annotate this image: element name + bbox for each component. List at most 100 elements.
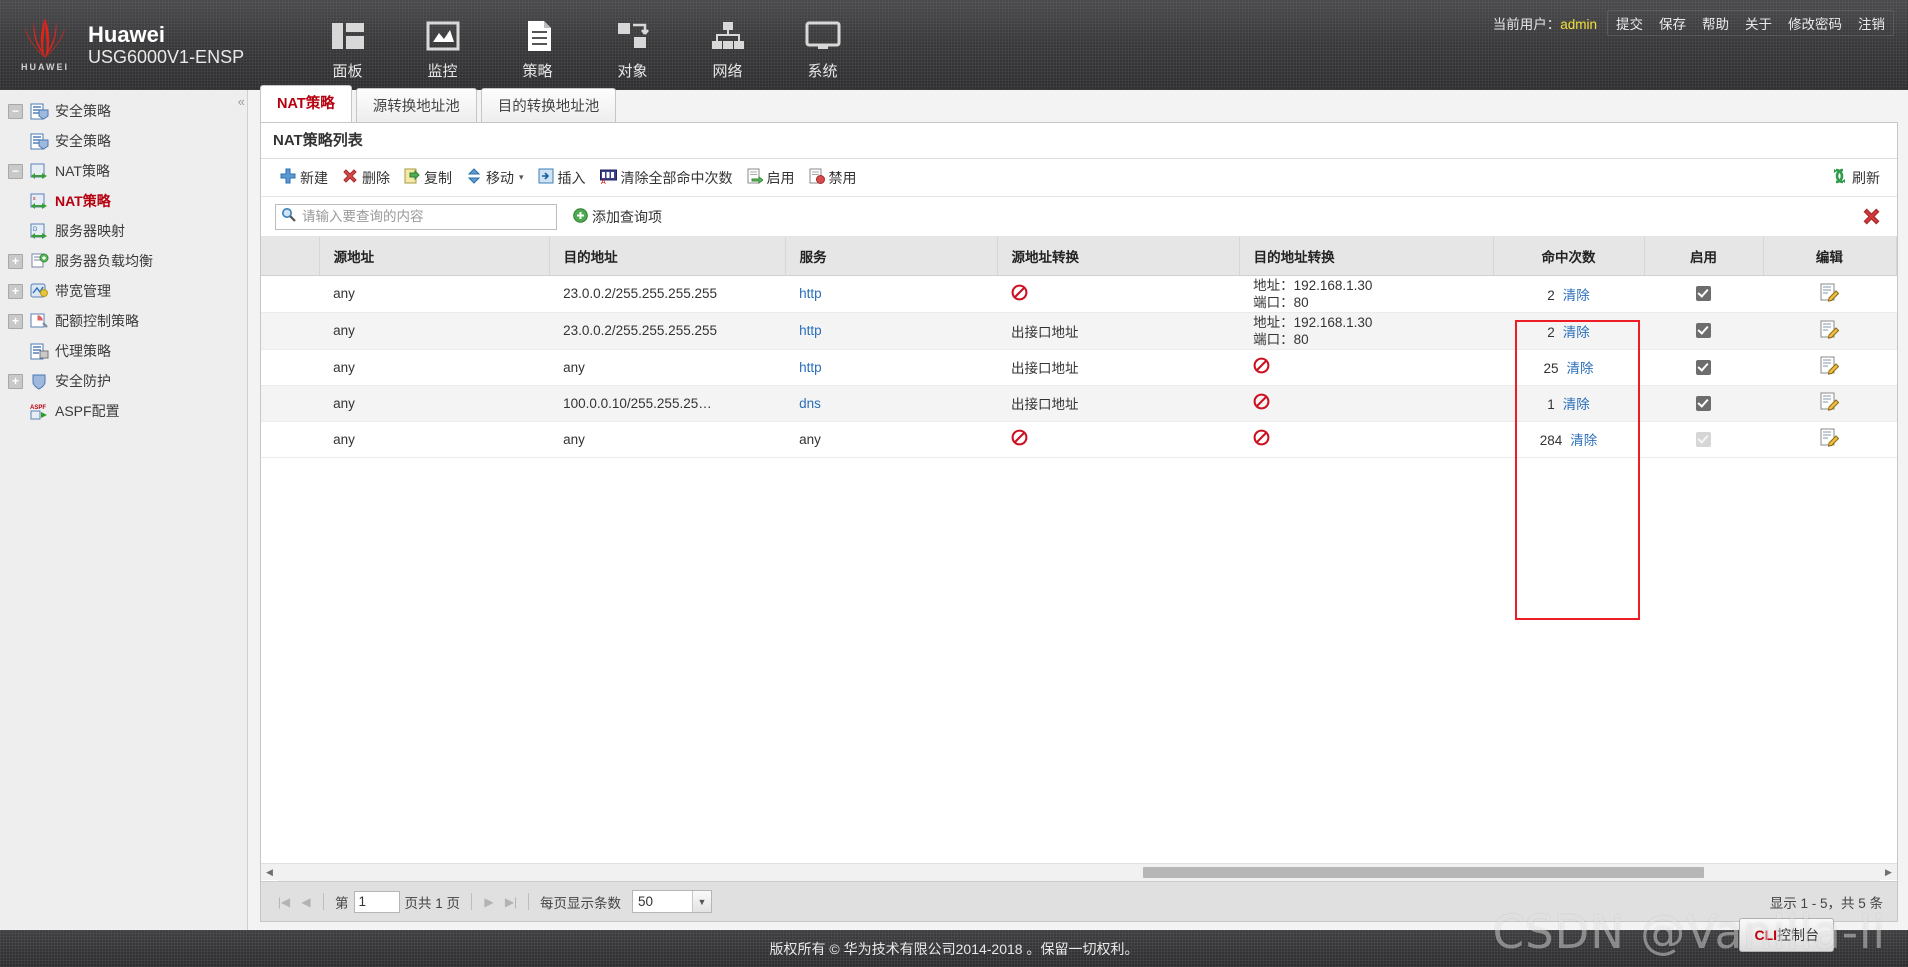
expand-collapse-icon[interactable]: − bbox=[8, 103, 23, 119]
edit-icon[interactable] bbox=[1820, 428, 1840, 450]
cell-enable[interactable] bbox=[1644, 312, 1764, 350]
column-header-source-nat[interactable]: 源地址转换 bbox=[997, 237, 1240, 276]
sidebar-item-server-mapping[interactable]: D 服务器映射 bbox=[0, 216, 247, 246]
sidebar-item-server-load-balance[interactable]: + 服务器负载均衡 bbox=[0, 246, 247, 276]
cell-enable[interactable] bbox=[1644, 385, 1764, 422]
column-header-destination-address[interactable]: 目的地址 bbox=[549, 237, 786, 276]
disable-button[interactable]: 禁用 bbox=[802, 166, 864, 190]
service-link[interactable]: http bbox=[799, 323, 822, 338]
search-box[interactable] bbox=[275, 203, 557, 230]
cell-enable[interactable] bbox=[1644, 275, 1764, 313]
row-select-cell[interactable] bbox=[261, 385, 320, 422]
clear-all-hit-counts-button[interactable]: A 清除全部命中次数 bbox=[593, 166, 740, 190]
table-row[interactable]: any 23.0.0.2/255.255.255.255 http 出接口地址 … bbox=[261, 312, 1897, 350]
column-header-destination-nat[interactable]: 目的地址转换 bbox=[1239, 237, 1494, 276]
nav-item-object[interactable]: 对象 bbox=[585, 10, 680, 81]
cell-edit[interactable] bbox=[1763, 349, 1897, 386]
enable-checkbox[interactable] bbox=[1695, 359, 1711, 375]
cell-service[interactable]: http bbox=[785, 312, 997, 350]
sidebar-item-security-protection[interactable]: + 安全防护 bbox=[0, 366, 247, 396]
change-password-link[interactable]: 修改密码 bbox=[1780, 11, 1850, 35]
cli-console-button[interactable]: CLI控制台 bbox=[1739, 918, 1834, 952]
page-number-input[interactable] bbox=[353, 890, 400, 913]
cell-edit[interactable] bbox=[1763, 421, 1897, 458]
cell-edit[interactable] bbox=[1763, 275, 1897, 313]
column-header-source-address[interactable]: 源地址 bbox=[319, 237, 550, 276]
table-row[interactable]: any any http 出接口地址 25 清除 bbox=[261, 349, 1897, 386]
delete-button[interactable]: 删除 bbox=[335, 166, 397, 190]
cell-service[interactable]: http bbox=[785, 275, 997, 313]
insert-button[interactable]: 插入 bbox=[531, 166, 593, 190]
horizontal-scrollbar[interactable]: ◀ ▶ bbox=[261, 863, 1897, 881]
tab-nat-policy[interactable]: NAT策略 bbox=[260, 85, 352, 122]
clear-hit-count-link[interactable]: 清除 bbox=[1563, 325, 1590, 340]
nav-item-policy[interactable]: 策略 bbox=[490, 10, 585, 81]
enable-checkbox[interactable] bbox=[1695, 286, 1711, 302]
column-header-enable[interactable]: 启用 bbox=[1644, 237, 1764, 276]
tab-destination-nat-pool[interactable]: 目的转换地址池 bbox=[480, 88, 617, 123]
per-page-select[interactable]: 50 ▼ bbox=[632, 890, 713, 913]
save-link[interactable]: 保存 bbox=[1651, 11, 1694, 35]
expand-collapse-icon[interactable]: + bbox=[8, 313, 23, 329]
table-row[interactable]: any 100.0.0.10/255.255.25… dns 出接口地址 1 清除 bbox=[261, 385, 1897, 422]
sidebar-item-security-policy-group[interactable]: − 安全策略 bbox=[0, 96, 247, 126]
first-page-icon[interactable]: |◀ bbox=[273, 895, 295, 909]
cell-edit[interactable] bbox=[1763, 312, 1897, 350]
tab-source-nat-pool[interactable]: 源转换地址池 bbox=[355, 88, 477, 123]
move-button[interactable]: 移动 ▾ bbox=[459, 166, 531, 190]
last-page-icon[interactable]: ▶| bbox=[500, 895, 522, 909]
sidebar-item-nat-policy[interactable]: s NAT策略 bbox=[0, 186, 247, 216]
expand-collapse-icon[interactable]: + bbox=[8, 253, 23, 269]
clear-hit-count-link[interactable]: 清除 bbox=[1570, 433, 1597, 448]
prev-page-icon[interactable]: ◀ bbox=[295, 895, 317, 909]
close-filter-icon[interactable] bbox=[1862, 207, 1881, 231]
submit-link[interactable]: 提交 bbox=[1608, 11, 1651, 35]
nav-item-system[interactable]: 系统 bbox=[775, 10, 870, 81]
expand-collapse-icon[interactable]: − bbox=[8, 163, 23, 179]
chevron-down-icon[interactable]: ▼ bbox=[692, 891, 712, 912]
copy-button[interactable]: 复制 bbox=[397, 166, 459, 190]
edit-icon[interactable] bbox=[1820, 320, 1840, 342]
column-header-service[interactable]: 服务 bbox=[785, 237, 998, 276]
column-header-hit-count[interactable]: 命中次数 bbox=[1493, 237, 1646, 276]
scroll-thumb[interactable] bbox=[1143, 866, 1704, 878]
sidebar-item-nat-policy-group[interactable]: − NAT策略 bbox=[0, 156, 247, 186]
cell-service[interactable]: dns bbox=[785, 385, 997, 422]
scroll-track[interactable] bbox=[278, 863, 1880, 881]
cell-enable[interactable] bbox=[1644, 349, 1764, 386]
edit-icon[interactable] bbox=[1820, 392, 1840, 414]
add-query-item-button[interactable]: 添加查询项 bbox=[573, 207, 662, 227]
table-row[interactable]: any any any 284 清除 bbox=[261, 421, 1897, 458]
expand-collapse-icon[interactable]: + bbox=[8, 283, 23, 299]
help-link[interactable]: 帮助 bbox=[1694, 11, 1737, 35]
sidebar-item-proxy-policy[interactable]: 代理策略 bbox=[0, 336, 247, 366]
search-input[interactable] bbox=[300, 208, 540, 225]
enable-button[interactable]: 启用 bbox=[740, 166, 802, 190]
sidebar-item-security-policy[interactable]: 安全策略 bbox=[0, 126, 247, 156]
refresh-button[interactable]: 刷新 bbox=[1824, 166, 1887, 190]
column-header-edit[interactable]: 编辑 bbox=[1763, 237, 1898, 276]
sidebar-item-aspf-config[interactable]: ASPF ASPF配置 bbox=[0, 396, 247, 426]
nav-item-panel[interactable]: 面板 bbox=[300, 10, 395, 81]
table-row[interactable]: any 23.0.0.2/255.255.255.255 http 地址：192… bbox=[261, 275, 1897, 313]
row-select-cell[interactable] bbox=[261, 421, 320, 458]
edit-icon[interactable] bbox=[1820, 356, 1840, 378]
expand-collapse-icon[interactable]: + bbox=[8, 373, 23, 389]
clear-hit-count-link[interactable]: 清除 bbox=[1563, 288, 1590, 303]
enable-checkbox[interactable] bbox=[1695, 323, 1711, 339]
service-link[interactable]: http bbox=[799, 360, 822, 375]
scroll-left-icon[interactable]: ◀ bbox=[261, 867, 278, 878]
sidebar-item-bandwidth-management[interactable]: + 带宽管理 bbox=[0, 276, 247, 306]
cell-service[interactable]: http bbox=[785, 349, 997, 386]
nav-item-network[interactable]: 网络 bbox=[680, 10, 775, 81]
logout-link[interactable]: 注销 bbox=[1850, 11, 1893, 35]
nav-item-monitor[interactable]: 监控 bbox=[395, 10, 490, 81]
scroll-right-icon[interactable]: ▶ bbox=[1880, 867, 1897, 878]
enable-checkbox[interactable] bbox=[1695, 395, 1711, 411]
row-select-cell[interactable] bbox=[261, 312, 320, 350]
sidebar-item-quota-control-policy[interactable]: + 配额控制策略 bbox=[0, 306, 247, 336]
clear-hit-count-link[interactable]: 清除 bbox=[1563, 397, 1590, 412]
service-link[interactable]: http bbox=[799, 286, 822, 301]
cell-edit[interactable] bbox=[1763, 385, 1897, 422]
about-link[interactable]: 关于 bbox=[1737, 11, 1780, 35]
